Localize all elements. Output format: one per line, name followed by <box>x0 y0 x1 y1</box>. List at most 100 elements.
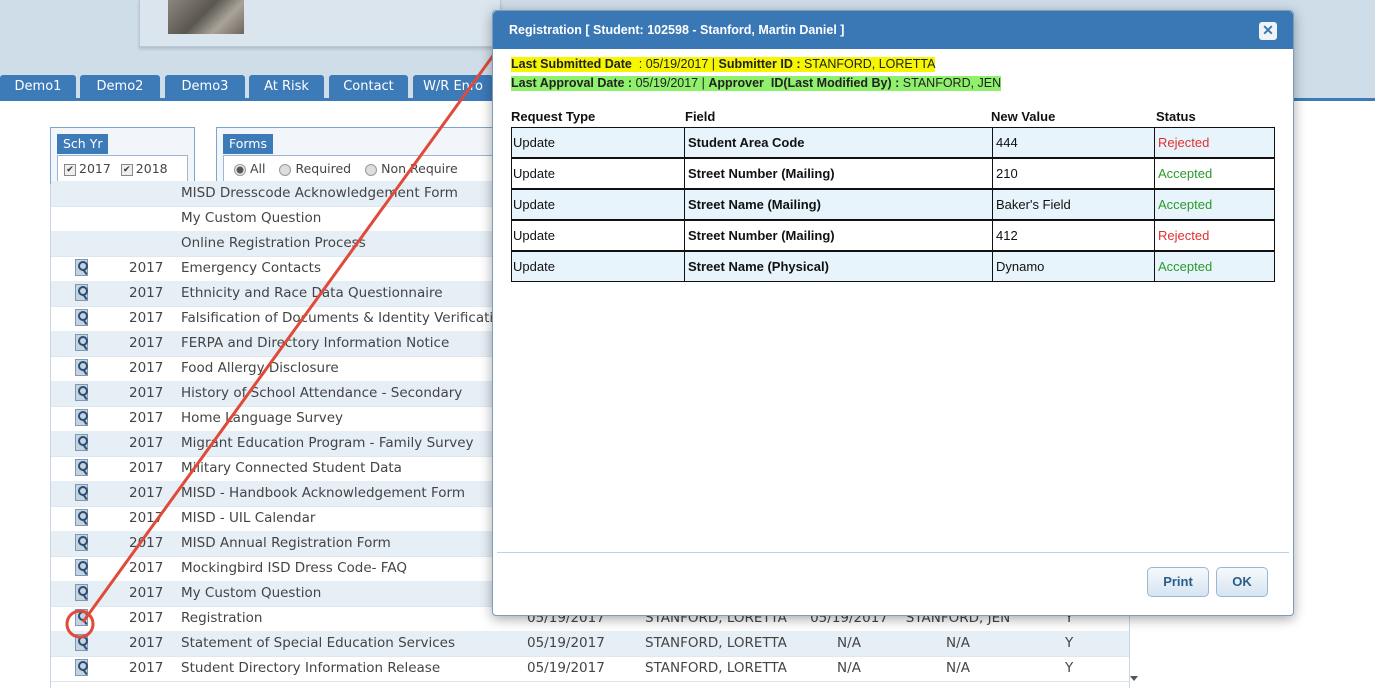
forms-label: Forms <box>223 134 274 154</box>
radio-all[interactable] <box>234 163 246 176</box>
row-form-name: MISD Dresscode Acknowledgement Form <box>181 185 458 201</box>
row-year: 2017 <box>129 585 164 601</box>
checkbox-2018[interactable]: ✔ <box>120 163 133 176</box>
row-year: 2017 <box>129 360 164 376</box>
row-year: 2017 <box>129 510 164 526</box>
view-icon[interactable] <box>75 634 88 651</box>
view-icon[interactable] <box>75 359 88 376</box>
view-icon[interactable] <box>75 384 88 401</box>
view-icon[interactable] <box>75 534 88 551</box>
cell-new-value: Baker's Field <box>992 190 1154 219</box>
cell-new-value: 412 <box>992 221 1154 250</box>
forms-option-all: All <box>250 161 266 176</box>
row-submitter: STANFORD, LORETTA <box>645 635 787 651</box>
cell-request-type: Update <box>513 135 555 150</box>
row-year: 2017 <box>129 535 164 551</box>
tab-at-risk[interactable]: At Risk <box>249 75 324 99</box>
view-icon[interactable] <box>75 484 88 501</box>
table-row: Update Street Name (Physical) Dynamo Accept… <box>511 251 1275 282</box>
last-approval-value: 05/19/2017 | <box>632 76 709 90</box>
view-icon[interactable] <box>75 659 88 676</box>
view-icon[interactable] <box>75 509 88 526</box>
cell-status: Rejected <box>1154 128 1274 157</box>
year-option-2018: 2018 <box>135 161 168 176</box>
row-form-name: Military Connected Student Data <box>181 460 402 476</box>
last-submitted-value: 05/19/2017 | <box>645 57 719 71</box>
table-row: Update Student Area Code 444 Rejected <box>511 127 1275 158</box>
view-icon[interactable] <box>75 409 88 426</box>
view-icon[interactable] <box>75 334 88 351</box>
row-year: 2017 <box>129 385 164 401</box>
cell-new-value: 444 <box>992 128 1154 157</box>
column-header-field: Field <box>685 109 716 124</box>
row-flag: Y <box>1065 660 1074 676</box>
row-form-name: Home Language Survey <box>181 410 344 426</box>
cell-field: Street Number (Mailing) <box>684 159 992 188</box>
cell-new-value: 210 <box>992 159 1154 188</box>
submitter-id-label: Submitter ID : <box>718 57 804 71</box>
approval-info: Last Approval Date : 05/19/2017 | Approv… <box>511 76 1002 91</box>
row-year: 2017 <box>129 610 164 626</box>
dialog-footer-divider <box>497 552 1289 553</box>
view-icon[interactable] <box>75 259 88 276</box>
view-icon[interactable] <box>75 559 88 576</box>
student-photo-card <box>139 0 501 47</box>
cell-field: Street Number (Mailing) <box>684 221 992 250</box>
view-icon[interactable] <box>75 584 88 601</box>
view-icon[interactable] <box>75 309 88 326</box>
student-photo <box>168 0 244 34</box>
row-approver: N/A <box>946 635 970 651</box>
row-form-name: History of School Attendance - Secondary <box>181 385 463 401</box>
row-form-name: MISD - UIL Calendar <box>181 510 316 526</box>
cell-request-type: Update <box>513 228 555 243</box>
row-year: 2017 <box>129 660 164 676</box>
cell-field: Street Name (Mailing) <box>684 190 992 219</box>
row-year: 2017 <box>129 435 164 451</box>
table-row: 2017 Statement of Special Education Servi… <box>51 631 1129 657</box>
row-submitter: STANFORD, LORETTA <box>645 660 787 676</box>
radio-non-required[interactable] <box>365 163 378 176</box>
table-row: Update Street Name (Mailing) Baker's Field… <box>511 189 1275 220</box>
checkbox-2017[interactable]: ✔ <box>64 163 76 176</box>
tab-demo3[interactable]: Demo3 <box>165 75 245 99</box>
school-year-label: Sch Yr <box>57 134 109 154</box>
close-icon[interactable]: ✕ <box>1259 22 1277 40</box>
cell-status: Rejected <box>1154 221 1274 250</box>
row-form-name: Student Directory Information Release <box>181 660 441 676</box>
cell-new-value: Dynamo <box>992 252 1154 281</box>
tab-demo1[interactable]: Demo1 <box>0 75 76 99</box>
row-form-name: MISD - Handbook Acknowledgement Form <box>181 485 465 501</box>
forms-option-non-required: Non Require <box>381 161 458 176</box>
table-row: Update Street Number (Mailing) 412 Rejected <box>511 220 1275 251</box>
row-form-name: Ethnicity and Race Data Questionnaire <box>181 285 443 301</box>
row-form-name: MISD Annual Registration Form <box>181 535 391 551</box>
view-icon[interactable] <box>75 459 88 476</box>
row-year: 2017 <box>129 460 164 476</box>
cell-status: Accepted <box>1154 252 1274 281</box>
row-flag: Y <box>1065 635 1074 651</box>
submission-info: Last Submitted Date : 05/19/2017 | Submi… <box>511 57 936 72</box>
row-form-name: Emergency Contacts <box>181 260 321 276</box>
school-year-options: ✔ 2017 ✔ 2018 <box>57 155 188 183</box>
row-year: 2017 <box>129 635 164 651</box>
row-year: 2017 <box>129 560 164 576</box>
row-approved-date: N/A <box>837 660 861 676</box>
view-icon[interactable] <box>75 284 88 301</box>
row-year: 2017 <box>129 335 164 351</box>
table-row: 2017 Student Directory Information Releas… <box>51 656 1129 682</box>
ok-button[interactable]: OK <box>1216 567 1268 597</box>
column-header-request-type: Request Type <box>511 109 596 124</box>
scroll-down-icon[interactable] <box>1130 676 1138 681</box>
radio-required[interactable] <box>279 163 292 176</box>
view-icon[interactable] <box>75 609 88 626</box>
forms-options: All Required Non Require <box>223 155 501 183</box>
table-row: Update Street Number (Mailing) 210 Accepted <box>511 158 1275 189</box>
view-icon[interactable] <box>75 434 88 451</box>
cell-request-type: Update <box>513 259 555 274</box>
print-button[interactable]: Print <box>1147 567 1209 597</box>
row-approver: N/A <box>946 660 970 676</box>
tab-wr-enrollment[interactable]: W/R Enro <box>413 75 493 99</box>
tab-contact[interactable]: Contact <box>329 75 408 99</box>
tab-demo2[interactable]: Demo2 <box>80 75 160 99</box>
approver-id-label: Approver ID(Last Modified By) : <box>708 76 903 90</box>
